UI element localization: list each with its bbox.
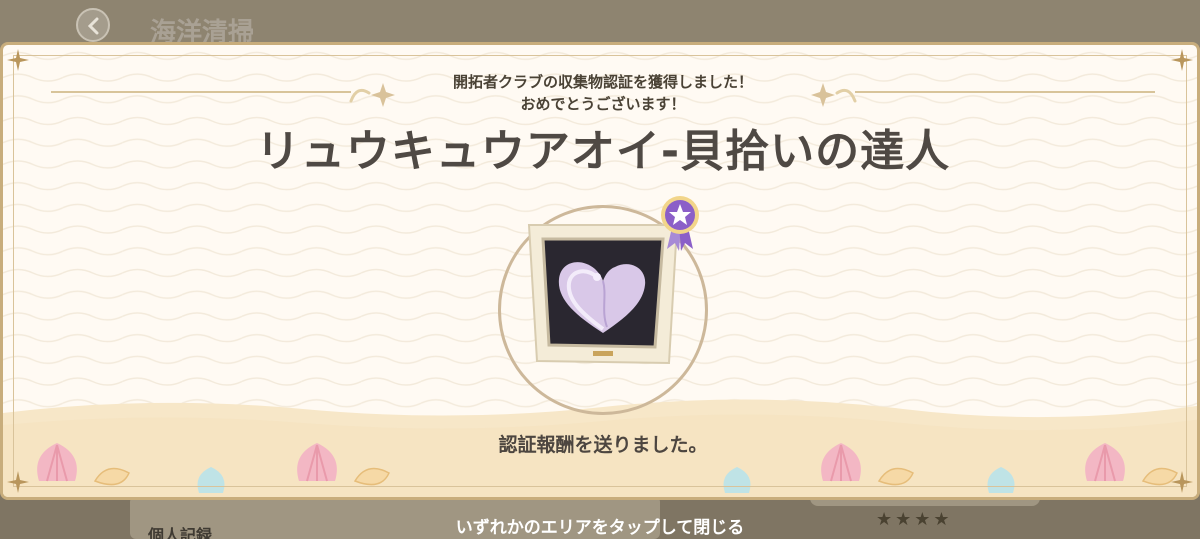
- back-button[interactable]: [76, 8, 110, 42]
- corner-star-icon: [7, 471, 29, 493]
- congrats-message-line2: おめでとうございます！: [520, 95, 686, 113]
- congrats-message-line1: 開拓者クラブの収集物認証を獲得しました！: [452, 73, 753, 91]
- achievement-title: リュウキュウアオイ-貝拾いの達人: [255, 126, 951, 177]
- back-arrow-icon: [87, 17, 99, 35]
- corner-star-icon: [1171, 49, 1193, 71]
- corner-star-icon: [1171, 471, 1193, 493]
- tap-to-close-hint[interactable]: いずれかのエリアをタップして閉じる: [0, 513, 1200, 538]
- achievement-modal[interactable]: 開拓者クラブの収集物認証を獲得しました！ おめでとうございます！ リュウキュウア…: [0, 42, 1200, 500]
- reward-sent-message: 認証報酬を送りました。: [498, 434, 708, 456]
- corner-star-icon: [7, 49, 29, 71]
- purple-medal-icon: [661, 196, 699, 251]
